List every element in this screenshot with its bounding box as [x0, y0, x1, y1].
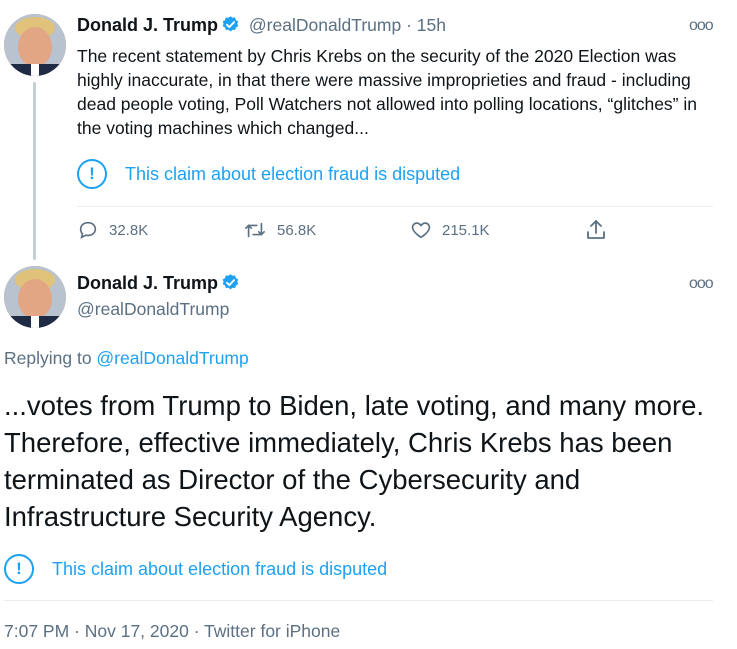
verified-badge-icon	[222, 274, 239, 290]
tweet-meta[interactable]: 7:07 PM · Nov 17, 2020 · Twitter for iPh…	[4, 621, 340, 642]
avatar[interactable]	[4, 266, 66, 328]
info-exclamation-icon: !	[4, 554, 34, 584]
avatar-image	[4, 14, 66, 76]
timestamp[interactable]: 15h	[417, 15, 446, 35]
tweet1-text: The recent statement by Chris Krebs on t…	[77, 46, 697, 138]
disputed-notice[interactable]: ! This claim about election fraud is dis…	[4, 554, 387, 584]
retweet-button[interactable]: 56.8K	[243, 219, 316, 241]
heart-icon	[411, 222, 431, 239]
disputed-notice-label[interactable]: This claim about election fraud is dispu…	[125, 164, 460, 185]
share-icon	[587, 220, 605, 239]
more-options-icon[interactable]: ooo	[689, 275, 714, 293]
reply-icon	[79, 221, 97, 239]
avatar[interactable]	[4, 14, 66, 76]
divider	[77, 206, 713, 207]
more-options-icon[interactable]: ooo	[689, 17, 714, 35]
replying-to-label: Replying to	[4, 348, 97, 368]
retweet-count: 56.8K	[277, 221, 317, 239]
thread-connector-line	[33, 82, 36, 260]
author-handle[interactable]: @realDonaldTrump	[77, 299, 240, 320]
disputed-notice[interactable]: ! This claim about election fraud is dis…	[77, 159, 460, 189]
avatar-image	[4, 266, 66, 328]
tweet2-text: ...votes from Trump to Biden, late votin…	[4, 390, 705, 532]
info-exclamation-icon: !	[77, 159, 107, 189]
like-count: 215.1K	[442, 221, 490, 239]
tweet2-header: Donald J. Trump @realDonaldTrump	[77, 273, 240, 320]
retweet-icon	[245, 222, 265, 238]
disputed-notice-label[interactable]: This claim about election fraud is dispu…	[52, 559, 387, 580]
replying-to: Replying to @realDonaldTrump	[4, 348, 249, 369]
verified-badge-icon	[222, 16, 239, 32]
like-button[interactable]: 215.1K	[410, 219, 490, 241]
share-button[interactable]	[584, 218, 608, 247]
replying-to-handle[interactable]: @realDonaldTrump	[96, 348, 248, 368]
author-handle[interactable]: @realDonaldTrump	[249, 15, 401, 35]
separator-dot: ·	[406, 15, 412, 35]
author-name[interactable]: Donald J. Trump	[77, 273, 218, 293]
tweet1-header: Donald J. Trump @realDonaldTrump · 15h	[77, 15, 446, 36]
reply-count: 32.8K	[109, 221, 149, 239]
author-name[interactable]: Donald J. Trump	[77, 15, 218, 35]
reply-button[interactable]: 32.8K	[77, 219, 148, 241]
divider	[4, 600, 713, 601]
